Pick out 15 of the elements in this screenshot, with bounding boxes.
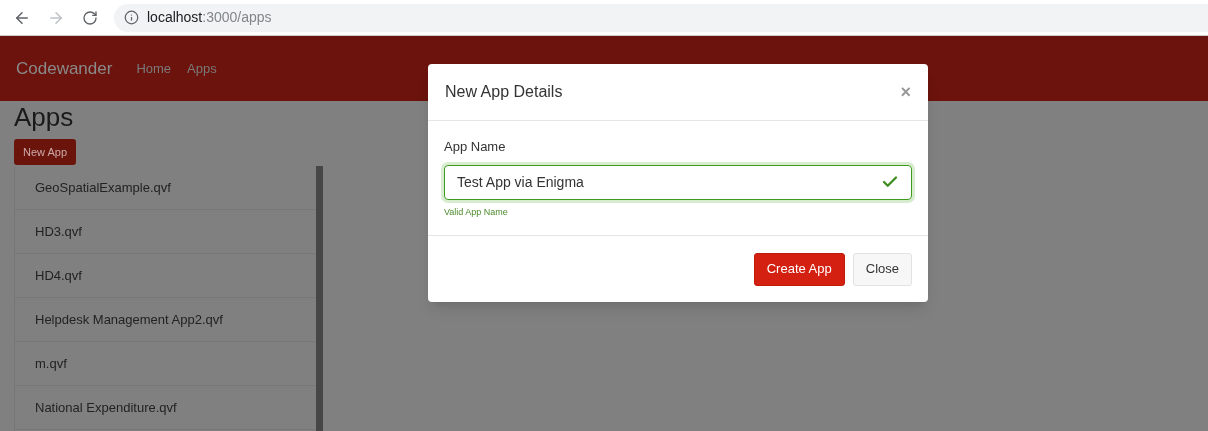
close-button[interactable]: ×: [900, 83, 911, 101]
modal-title: New App Details: [445, 82, 563, 102]
help-text: Valid App Name: [444, 205, 509, 219]
app-name-input[interactable]: Test App via Enigma: [444, 164, 912, 200]
brand-link[interactable]: Codewander: [16, 55, 113, 82]
field-label: App Name: [444, 138, 507, 156]
new-app-button[interactable]: New App: [14, 139, 77, 165]
page-title: Apps: [14, 101, 75, 133]
scrollbar[interactable]: [316, 166, 323, 431]
close-dialog-button[interactable]: Close: [852, 252, 912, 286]
create-app-button[interactable]: Create App: [753, 252, 845, 286]
info-icon: [124, 10, 139, 25]
nav-link[interactable]: Apps: [187, 58, 217, 79]
address-bar[interactable]: localhost:3000/apps: [114, 3, 1208, 32]
nav-link[interactable]: Home: [136, 58, 172, 79]
